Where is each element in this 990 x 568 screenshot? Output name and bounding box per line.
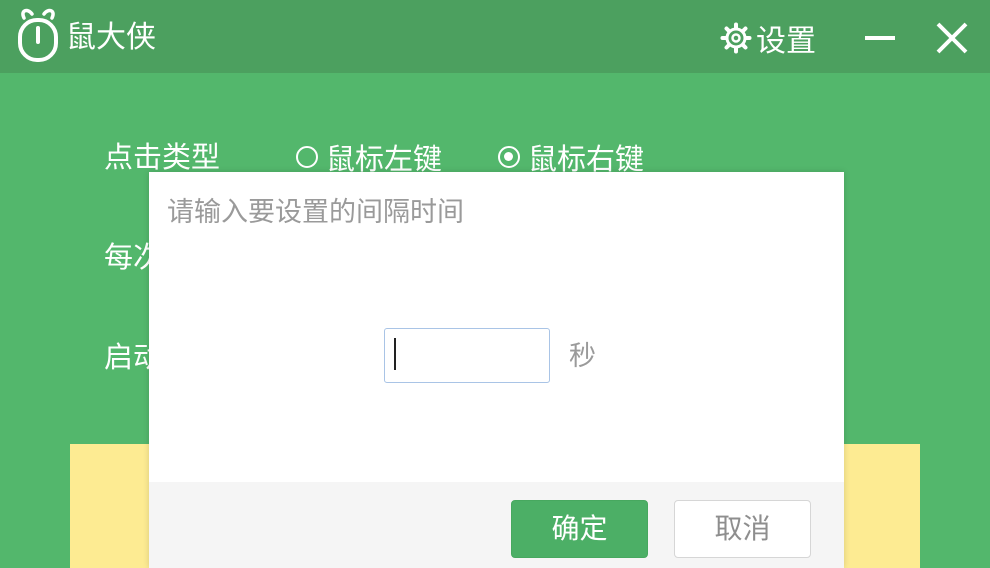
minimize-icon[interactable] <box>860 18 900 58</box>
app-window: 鼠大侠 设置 点击类型 鼠标左键 鼠标右键 每次 启动 请输入要设置的间隔时间 … <box>0 0 990 568</box>
settings-button[interactable]: 设置 <box>720 20 816 59</box>
radio-right-button[interactable]: 鼠标右键 <box>498 139 644 176</box>
radio-left-button[interactable]: 鼠标左键 <box>296 139 442 176</box>
settings-label: 设置 <box>756 24 816 59</box>
dialog-footer: 确定 取消 <box>149 482 844 568</box>
text-caret <box>394 338 396 370</box>
close-icon[interactable] <box>932 18 972 58</box>
click-type-label: 点击类型 <box>104 140 221 174</box>
ok-button[interactable]: 确定 <box>511 500 648 558</box>
interval-dialog: 请输入要设置的间隔时间 秒 确定 取消 <box>149 172 844 568</box>
radio-checked-icon <box>498 146 520 168</box>
cancel-button[interactable]: 取消 <box>674 500 811 558</box>
gear-icon <box>720 22 752 54</box>
interval-input[interactable] <box>384 328 550 383</box>
unit-label: 秒 <box>569 341 596 372</box>
dialog-title: 请输入要设置的间隔时间 <box>167 197 464 228</box>
mouse-icon <box>18 8 58 62</box>
app-title: 鼠大侠 <box>66 20 156 55</box>
radio-unchecked-icon <box>296 146 318 168</box>
title-bar: 鼠大侠 设置 <box>0 0 990 73</box>
